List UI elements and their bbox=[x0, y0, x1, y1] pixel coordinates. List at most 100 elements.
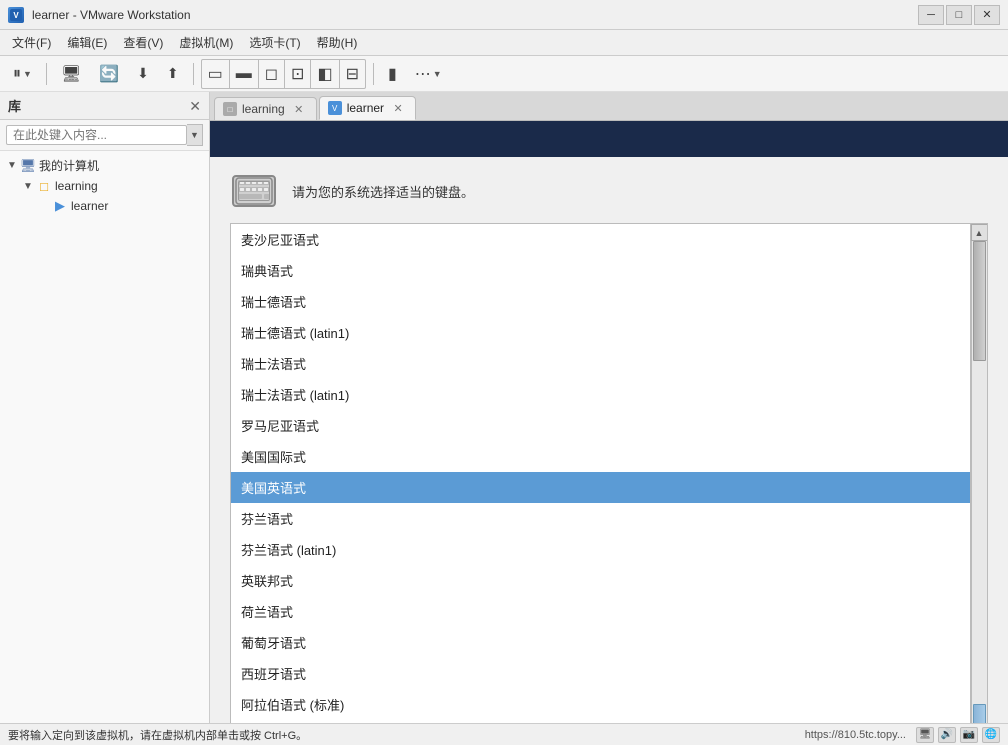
keyboard-image bbox=[232, 175, 276, 207]
window-title: learner - VMware Workstation bbox=[32, 8, 910, 22]
status-bar: 要将输入定向到该虚拟机，请在虚拟机内部单击或按 Ctrl+G。 https://… bbox=[0, 723, 1008, 745]
installer-intro: 请为您的系统选择适当的键盘。 bbox=[230, 173, 988, 209]
toolbar: ⏸ ▼ 🖥 🔄 ⬇ ⬆ ▭ ▬ ◻ ⊡ ◧ ⊟ ▮ bbox=[0, 56, 1008, 92]
side-view-icon: ◧ bbox=[317, 64, 332, 84]
tab-learner-label: learner bbox=[347, 101, 384, 115]
normal-view-icon: ▭ bbox=[208, 64, 223, 84]
snapshot-button[interactable]: 🔄 bbox=[92, 60, 126, 88]
sidebar-item-learning[interactable]: ▼ □ learning bbox=[0, 176, 209, 196]
scroll-thumb-bottom[interactable] bbox=[973, 704, 986, 723]
menu-help[interactable]: 帮助(H) bbox=[309, 31, 366, 54]
content-area: □ learning ✕ V learner ✕ bbox=[210, 92, 1008, 723]
installer-area: 请为您的系统选择适当的键盘。 麦沙尼亚语式 瑞典语式 瑞士德语式 瑞士德语式 (… bbox=[210, 157, 1008, 723]
sidebar-search-dropdown[interactable]: ▼ bbox=[187, 124, 203, 146]
full-screen-button[interactable]: ◻ bbox=[259, 60, 285, 88]
lang-item-9[interactable]: 美国英语式 bbox=[231, 472, 970, 503]
tab-learning-close[interactable]: ✕ bbox=[292, 102, 306, 116]
main-layout: 库 ✕ ▼ ▼ 🖥 我的计算机 ▼ □ learning ▶ bbox=[0, 92, 1008, 723]
unity-view-button[interactable]: ▬ bbox=[230, 60, 259, 88]
lang-item-4[interactable]: 瑞士德语式 (latin1) bbox=[231, 317, 970, 348]
split-view-button[interactable]: ⊡ bbox=[285, 60, 311, 88]
lang-item-16[interactable]: 阿拉伯语式 (标准) bbox=[231, 689, 970, 720]
status-icon-camera[interactable]: 📷 bbox=[960, 727, 978, 743]
sidebar-item-label-learner: learner bbox=[71, 199, 108, 213]
folder-icon: □ bbox=[36, 178, 52, 194]
lang-item-10[interactable]: 芬兰语式 bbox=[231, 503, 970, 534]
lang-item-6[interactable]: 瑞士法语式 (latin1) bbox=[231, 379, 970, 410]
title-bar: V learner - VMware Workstation ─ □ ✕ bbox=[0, 0, 1008, 30]
lang-item-13[interactable]: 荷兰语式 bbox=[231, 596, 970, 627]
lang-item-1[interactable]: 麦沙尼亚语式 bbox=[231, 224, 970, 255]
console-view-button[interactable]: ⊟ bbox=[340, 60, 365, 88]
lang-item-5[interactable]: 瑞士法语式 bbox=[231, 348, 970, 379]
toolbar-separator-3 bbox=[373, 63, 374, 85]
more-icon: ⋯ bbox=[415, 64, 431, 84]
sidebar-library: 库 ✕ ▼ ▼ 🖥 我的计算机 ▼ □ learning ▶ bbox=[0, 92, 210, 723]
status-right: https://810.5tc.topy... 🖥 🔊 📷 🌐 bbox=[805, 727, 1000, 743]
lang-item-8[interactable]: 美国国际式 bbox=[231, 441, 970, 472]
lang-item-7[interactable]: 罗马尼亚语式 bbox=[231, 410, 970, 441]
menu-bar: 文件(F) 编辑(E) 查看(V) 虚拟机(M) 选项卡(T) 帮助(H) bbox=[0, 30, 1008, 56]
maximize-button[interactable]: □ bbox=[946, 5, 972, 25]
vm-icon: ▶ bbox=[52, 198, 68, 214]
close-button[interactable]: ✕ bbox=[974, 5, 1000, 25]
status-url: https://810.5tc.topy... bbox=[805, 729, 906, 741]
sidebar-header: 库 ✕ bbox=[0, 92, 209, 120]
keyboard-icon bbox=[230, 173, 278, 209]
menu-file[interactable]: 文件(F) bbox=[4, 31, 59, 54]
normal-view-button[interactable]: ▭ bbox=[202, 60, 230, 88]
minimize-button[interactable]: ─ bbox=[918, 5, 944, 25]
ctrl-alt-del-icon: 🖥 bbox=[61, 64, 81, 84]
scroll-up-button[interactable]: ▲ bbox=[971, 224, 988, 241]
full-screen-icon: ◻ bbox=[265, 64, 278, 84]
open-terminal-button[interactable]: ▮ bbox=[381, 60, 404, 88]
suspend-icon: ⬆ bbox=[167, 65, 179, 82]
sidebar-item-my-computer[interactable]: ▼ 🖥 我的计算机 bbox=[0, 155, 209, 176]
sidebar-close-button[interactable]: ✕ bbox=[189, 99, 201, 113]
expand-learning-icon[interactable]: ▼ bbox=[20, 178, 36, 194]
vm-content: 请为您的系统选择适当的键盘。 麦沙尼亚语式 瑞典语式 瑞士德语式 瑞士德语式 (… bbox=[210, 121, 1008, 723]
menu-tabs[interactable]: 选项卡(T) bbox=[241, 31, 308, 54]
lang-item-15[interactable]: 西班牙语式 bbox=[231, 658, 970, 689]
send-ctrl-alt-del-button[interactable]: 🖥 bbox=[54, 60, 88, 88]
status-icon-display[interactable]: 🖥 bbox=[916, 727, 934, 743]
window-controls: ─ □ ✕ bbox=[918, 5, 1000, 25]
snapshot-icon: 🔄 bbox=[99, 64, 119, 84]
lang-item-2[interactable]: 瑞典语式 bbox=[231, 255, 970, 286]
side-view-button[interactable]: ◧ bbox=[311, 60, 339, 88]
pause-button[interactable]: ⏸ ▼ bbox=[6, 60, 39, 88]
tab-learner-close[interactable]: ✕ bbox=[391, 101, 405, 115]
revert-icon: ⬇ bbox=[137, 65, 149, 82]
tab-learning-icon: □ bbox=[223, 102, 237, 116]
menu-view[interactable]: 查看(V) bbox=[115, 31, 171, 54]
revert-button[interactable]: ⬇ bbox=[130, 60, 156, 88]
sidebar-title: 库 bbox=[8, 96, 21, 115]
menu-vm[interactable]: 虚拟机(M) bbox=[171, 31, 241, 54]
lang-item-12[interactable]: 英联邦式 bbox=[231, 565, 970, 596]
tabs-bar: □ learning ✕ V learner ✕ bbox=[210, 92, 1008, 121]
more-dropdown-arrow: ▼ bbox=[433, 69, 442, 79]
scroll-thumb[interactable] bbox=[973, 241, 986, 361]
unity-view-icon: ▬ bbox=[236, 65, 252, 83]
lang-item-14[interactable]: 葡萄牙语式 bbox=[231, 627, 970, 658]
expand-my-computer-icon[interactable]: ▼ bbox=[4, 158, 20, 174]
learner-no-expand bbox=[36, 198, 52, 214]
language-list-container: 麦沙尼亚语式 瑞典语式 瑞士德语式 瑞士德语式 (latin1) 瑞士法语式 瑞… bbox=[230, 223, 988, 723]
vm-header-bar bbox=[210, 121, 1008, 157]
sidebar-search-input[interactable] bbox=[6, 125, 187, 145]
suspend-button[interactable]: ⬆ bbox=[160, 60, 186, 88]
language-scrollbar: ▲ ▼ bbox=[970, 224, 987, 723]
sidebar-item-label-learning: learning bbox=[55, 179, 98, 193]
tab-learning[interactable]: □ learning ✕ bbox=[214, 97, 317, 120]
app-icon: V bbox=[8, 7, 24, 23]
sidebar-item-learner[interactable]: ▶ learner bbox=[0, 196, 209, 216]
status-icon-network[interactable]: 🌐 bbox=[982, 727, 1000, 743]
split-view-icon: ⊡ bbox=[291, 64, 304, 84]
status-icon-audio[interactable]: 🔊 bbox=[938, 727, 956, 743]
lang-item-3[interactable]: 瑞士德语式 bbox=[231, 286, 970, 317]
menu-edit[interactable]: 编辑(E) bbox=[59, 31, 115, 54]
lang-item-11[interactable]: 芬兰语式 (latin1) bbox=[231, 534, 970, 565]
tab-learner[interactable]: V learner ✕ bbox=[319, 96, 416, 120]
console-view-icon: ⊟ bbox=[346, 64, 359, 84]
more-tools-button[interactable]: ⋯ ▼ bbox=[408, 60, 449, 88]
